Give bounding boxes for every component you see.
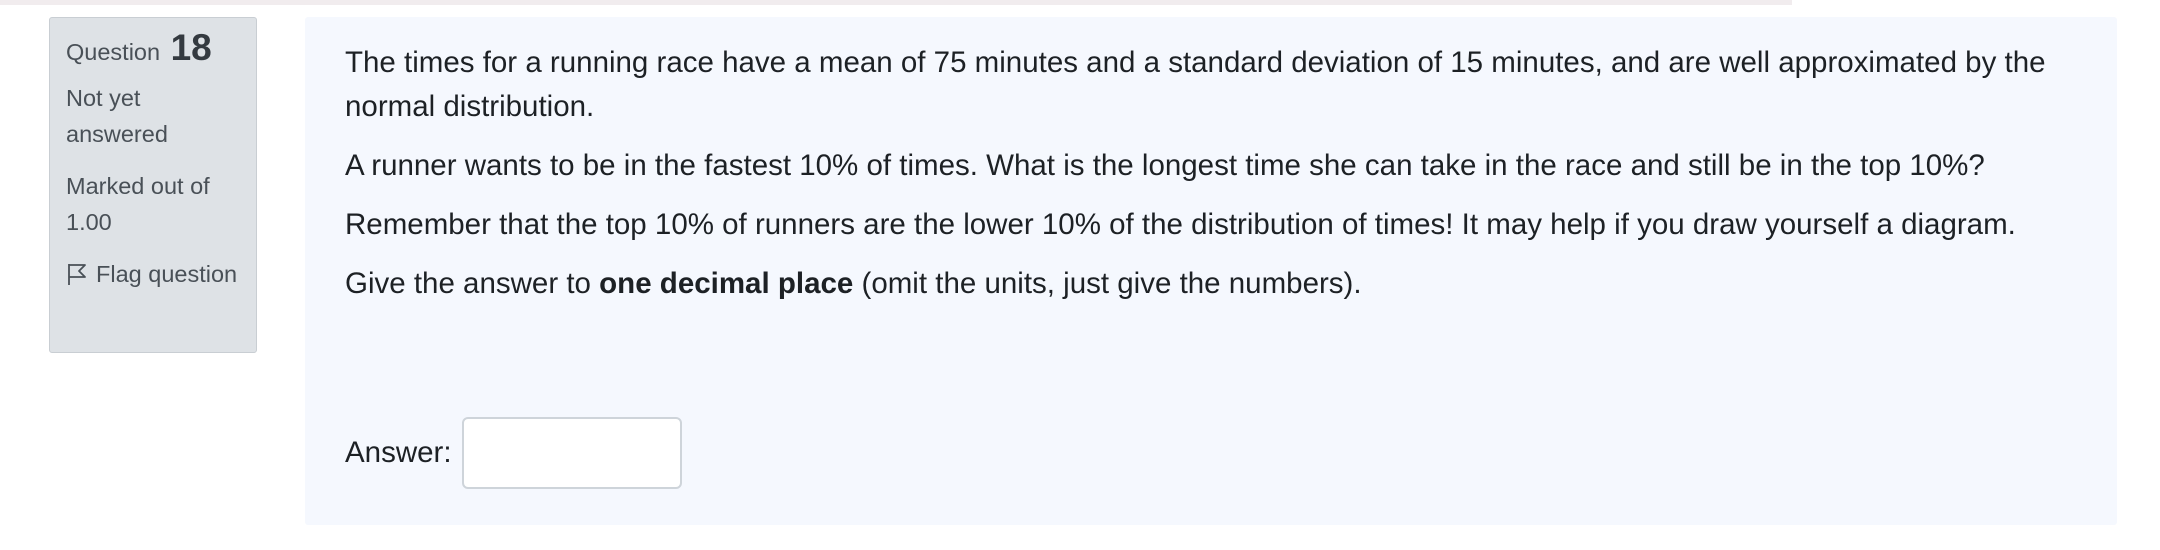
question-number: Question 18 [66, 27, 240, 70]
question-text-4: Give the answer to one decimal place (om… [345, 262, 2077, 306]
question-info-panel: Question 18 Not yet answered Marked out … [49, 17, 257, 353]
question-text-2: A runner wants to be in the fastest 10% … [345, 149, 1985, 182]
flag-icon [66, 260, 88, 285]
question-text-1: The times for a running race have a mean… [345, 46, 2046, 123]
answer-label: Answer: [345, 436, 452, 469]
question-number-value: 18 [170, 27, 212, 68]
instruction-text-after: (omit the units, just give the numbers). [853, 267, 1362, 300]
flag-question-label: Flag question [96, 261, 238, 287]
question-content: The times for a running race have a mean… [305, 17, 2117, 525]
question-text-3: Remember that the top 10% of runners are… [345, 208, 2016, 241]
question-state: Not yet answered [66, 85, 168, 147]
instruction-text-before: Give the answer to [345, 267, 600, 300]
top-divider [0, 0, 1792, 5]
question-grade: Marked out of 1.00 [66, 173, 210, 235]
flag-question-link[interactable]: Flag question [66, 256, 240, 292]
question-label: Question [66, 39, 161, 65]
answer-input[interactable] [461, 417, 682, 489]
instruction-bold-text: one decimal place [599, 267, 854, 300]
answer-row: Answer: [345, 417, 682, 489]
